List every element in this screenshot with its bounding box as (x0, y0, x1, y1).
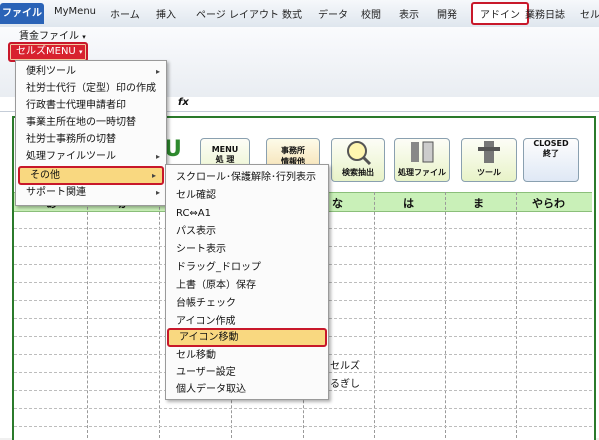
search-extract-button[interactable]: 検索抽出 (331, 138, 385, 182)
tab-home[interactable]: ホーム (110, 6, 140, 21)
tab-work-diary[interactable]: 業務日誌 (525, 6, 565, 21)
submenu-item[interactable]: セル確認 (166, 187, 328, 204)
menu-item-label: 社労士代行（定型）印の作成 (26, 83, 156, 94)
fx-icon[interactable]: fx (178, 97, 189, 108)
cellz-menu-dropdown: 便利ツール ▸ 社労士代行（定型）印の作成 行政書士代理申請者印 事業主所在地の一… (15, 60, 167, 206)
cellz-menu-button[interactable]: セルズMENU ▾ (8, 42, 88, 62)
submenu-item[interactable]: セル移動 (166, 347, 328, 364)
header-cell[interactable]: ま (473, 195, 484, 211)
menu-item-label: その他 (30, 170, 60, 181)
tab-formulas[interactable]: 数式 (282, 6, 302, 21)
tab-file[interactable]: ファイル (0, 3, 44, 24)
menu-item-process-file-tools[interactable]: 処理ファイルツール ▸ (16, 148, 166, 165)
chevron-down-icon: ▾ (82, 33, 86, 41)
tab-addins[interactable]: アドイン (471, 2, 529, 25)
tab-data[interactable]: データ (318, 6, 348, 21)
chevron-right-icon: ▸ (155, 67, 160, 76)
menu-item-gyosei-seal[interactable]: 行政書士代理申請者印 (16, 97, 166, 114)
closed-exit-button[interactable]: CLOSED 終了 (523, 138, 579, 182)
chevron-right-icon: ▸ (155, 188, 160, 197)
submenu-item[interactable]: スクロール･保護解除･行列表示 (166, 169, 328, 186)
magnifier-icon (347, 141, 372, 166)
menu-item-support[interactable]: サポート関連 ▸ (16, 184, 166, 201)
tab-view[interactable]: 表示 (399, 6, 419, 21)
submenu-item[interactable]: 個人データ取込 (166, 381, 328, 398)
menu-item-label: 社労士事務所の切替 (26, 134, 116, 145)
wage-file-label: 賃金ファイル (19, 31, 79, 42)
process-file-button[interactable]: 処理ファイル (394, 138, 450, 182)
submenu-item-icon-move[interactable]: アイコン移動 (167, 328, 327, 347)
menu-item-label: 事業主所在地の一時切替 (26, 117, 136, 128)
submenu-item[interactable]: ユーザー設定 (166, 364, 328, 381)
submenu-item[interactable]: パス表示 (166, 223, 328, 240)
menu-item-label: 処理ファイルツール (26, 151, 116, 162)
tools-figure-icon (411, 141, 434, 163)
tool-button[interactable]: ツール (461, 138, 517, 182)
tab-page-layout[interactable]: ページ レイアウト (196, 6, 279, 21)
menu-item-sharoushi-seal[interactable]: 社労士代行（定型）印の作成 (16, 80, 166, 97)
header-cell[interactable]: やらわ (532, 195, 565, 211)
header-cell[interactable]: な (332, 195, 343, 211)
menu-item-office-switch[interactable]: 社労士事務所の切替 (16, 131, 166, 148)
tab-developer[interactable]: 開発 (437, 6, 457, 21)
menu-item-location-switch[interactable]: 事業主所在地の一時切替 (16, 114, 166, 131)
tab-insert[interactable]: 挿入 (156, 6, 176, 21)
submenu-item[interactable]: 台帳チェック (166, 295, 328, 312)
tab-review[interactable]: 校閲 (361, 6, 381, 21)
header-cell[interactable]: は (403, 195, 414, 211)
submenu-item[interactable]: シート表示 (166, 241, 328, 258)
menu-item-other[interactable]: その他 ▸ (18, 166, 164, 185)
chevron-down-icon: ▾ (78, 48, 83, 56)
search-extract-label: 検索抽出 (342, 168, 374, 177)
tab-cells[interactable]: セル (580, 6, 599, 21)
tool-label: ツール (477, 168, 501, 177)
menu-item-label: サポート関連 (26, 187, 86, 198)
grid-line (14, 408, 592, 409)
process-file-label: 処理ファイル (398, 168, 446, 177)
other-submenu: スクロール･保護解除･行列表示 セル確認 RC⇔A1 パス表示 シート表示 ドラ… (165, 164, 329, 400)
menu-item-label: 便利ツール (26, 66, 76, 77)
submenu-item[interactable]: ドラッグ_ドロップ (166, 259, 328, 276)
menu-item-label: 行政書士代理申請者印 (26, 100, 126, 111)
wage-file-button[interactable]: 賃金ファイル ▾ (19, 27, 86, 42)
cell-note[interactable]: るぎし (330, 375, 360, 390)
chevron-right-icon: ▸ (155, 152, 160, 161)
wrench-figure-icon (478, 141, 500, 163)
submenu-item[interactable]: 上書（原本）保存 (166, 277, 328, 294)
menu-item-convenience-tools[interactable]: 便利ツール ▸ (16, 63, 166, 80)
chevron-right-icon: ▸ (151, 171, 156, 180)
cell-note[interactable]: セルズ (330, 357, 360, 372)
grid-line (14, 426, 592, 427)
submenu-item[interactable]: RC⇔A1 (166, 205, 328, 222)
tab-mymenu[interactable]: MyMenu (54, 6, 96, 17)
cellz-menu-label: セルズMENU (16, 46, 76, 57)
